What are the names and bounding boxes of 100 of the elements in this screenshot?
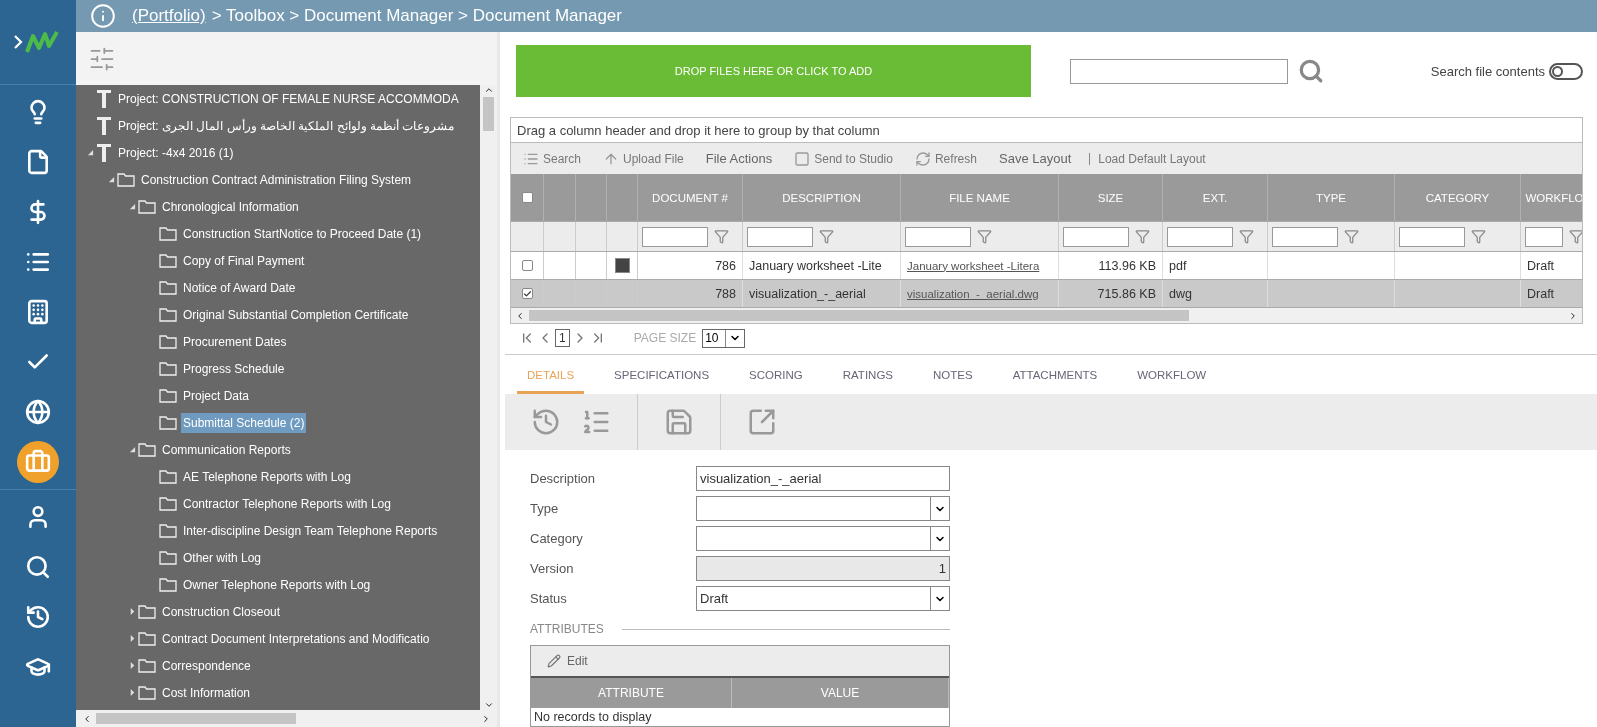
filter-icon[interactable] <box>1135 229 1150 244</box>
save-icon[interactable] <box>664 407 694 437</box>
filter-icon[interactable] <box>977 229 992 244</box>
toolbar-button[interactable]: Search <box>519 150 586 167</box>
checkbox[interactable] <box>521 192 533 203</box>
tree-item[interactable]: Project: مشروعات أنظمة ولوائح الملكية الخاصة ورأس المال الجرى <box>116 115 457 136</box>
tree-item[interactable]: AE Telephone Reports with Log <box>181 466 353 487</box>
tree-item[interactable]: Progress Schedule <box>181 358 287 379</box>
toggle-switch[interactable] <box>1549 62 1583 80</box>
page-size-dropdown[interactable]: 10 <box>702 328 745 348</box>
expand-arrow-icon[interactable] <box>128 608 136 615</box>
filter-field[interactable] <box>1063 226 1129 247</box>
scrollbar-thumb[interactable] <box>96 713 296 724</box>
tree-item[interactable]: Project: -4x4 2016 (1) <box>116 142 236 163</box>
scroll-down-icon[interactable] <box>483 700 494 710</box>
tab[interactable]: ATTACHMENTS <box>1002 358 1108 394</box>
scroll-left-icon[interactable] <box>82 713 92 724</box>
scrollbar-thumb[interactable] <box>529 310 1189 321</box>
toolbar-button[interactable]: File Actions <box>701 151 777 166</box>
filter-icon[interactable] <box>1344 229 1359 244</box>
input-field[interactable]: visualization_-_aerial <box>696 466 950 491</box>
tree-item[interactable]: Notice of Award Date <box>181 277 298 298</box>
toolbar-button[interactable]: Load Default Layout <box>1089 152 1210 165</box>
external-link-icon[interactable] <box>747 407 777 437</box>
search-icon[interactable] <box>1298 58 1324 84</box>
collapse-arrow-icon[interactable] <box>107 176 115 183</box>
search-field[interactable] <box>1070 58 1288 84</box>
checkbox[interactable] <box>521 288 533 299</box>
tree-item[interactable]: Correspondence <box>160 655 253 676</box>
tree-item[interactable]: Contractor Telephone Reports with Log <box>181 493 393 514</box>
collapse-arrow-icon[interactable] <box>128 446 136 453</box>
column-header[interactable]: DESCRIPTION <box>743 174 901 221</box>
column-header[interactable]: CATEGORY <box>1395 174 1521 221</box>
tree-item[interactable]: Procurement Dates <box>181 331 289 352</box>
filter-icon[interactable] <box>1471 229 1486 244</box>
column-header[interactable]: VALUE <box>732 678 949 708</box>
filter-icon[interactable] <box>714 229 729 244</box>
tree-item[interactable]: Inter-discipline Design Team Telephone Reports <box>181 520 440 541</box>
tab[interactable]: SCORING <box>739 358 813 394</box>
file-link[interactable]: January worksheet -Litera <box>901 259 1046 272</box>
nav-button[interactable] <box>17 441 59 483</box>
expand-arrow-icon[interactable] <box>128 635 136 642</box>
breadcrumb-link[interactable]: (Portfolio) <box>132 6 206 26</box>
checkbox[interactable] <box>521 260 533 271</box>
filter-field[interactable] <box>1399 226 1465 247</box>
tab[interactable]: RATINGS <box>832 358 903 394</box>
column-header[interactable]: SIZE <box>1059 174 1163 221</box>
column-header[interactable]: DOCUMENT # <box>638 174 743 221</box>
scroll-right-icon[interactable] <box>481 713 491 724</box>
filter-field[interactable] <box>747 226 813 247</box>
tree-item[interactable]: Construction Closeout <box>160 601 283 622</box>
tree-item[interactable]: Original Substantial Completion Certificate <box>181 304 411 325</box>
tree-item[interactable]: Communication Reports <box>160 439 293 460</box>
tab[interactable]: NOTES <box>923 358 983 394</box>
scroll-left-icon[interactable] <box>515 310 525 321</box>
tab[interactable]: WORKFLOW <box>1127 358 1217 394</box>
column-header[interactable]: TYPE <box>1268 174 1395 221</box>
toolbar-button[interactable]: Send to Studio <box>790 150 897 167</box>
tree-item[interactable]: Construction StartNotice to Proceed Date (1) <box>181 223 424 244</box>
scroll-right-icon[interactable] <box>1568 310 1578 321</box>
filter-field[interactable] <box>1167 226 1233 247</box>
toolbar-button[interactable]: Refresh <box>910 150 981 167</box>
file-link[interactable]: visualization_-_aerial.dwg <box>901 287 1045 300</box>
expand-arrow-icon[interactable] <box>128 689 136 696</box>
dropdown-field[interactable] <box>696 526 950 551</box>
column-header[interactable]: ATTRIBUTE <box>531 678 732 708</box>
dropdown-field[interactable]: Draft <box>696 586 950 611</box>
tree-item[interactable]: Copy of Final Payment <box>181 250 307 271</box>
filter-field[interactable] <box>1525 226 1563 247</box>
tree-item[interactable]: Construction Contract Administration Filing System <box>139 169 414 190</box>
scroll-up-icon[interactable] <box>483 85 494 95</box>
expand-arrow-icon[interactable] <box>128 662 136 669</box>
tree-item[interactable]: Submittal Schedule (2) <box>181 412 307 433</box>
toolbar-button[interactable]: Save Layout <box>995 151 1076 166</box>
tree-item[interactable]: Cost Information <box>160 682 253 703</box>
tree-item[interactable]: Chronological Information <box>160 196 301 217</box>
horizontal-scrollbar[interactable] <box>511 308 1582 323</box>
filter-field[interactable] <box>1272 226 1338 247</box>
tree-item[interactable]: Project: CONSTRUCTION OF FEMALE NURSE ACCOMMODA <box>116 88 461 109</box>
tree-item[interactable]: Owner Telephone Reports with Log <box>181 574 373 595</box>
dropdown-field[interactable] <box>696 496 950 521</box>
thumbnail-icon[interactable] <box>614 258 630 273</box>
collapse-arrow-icon[interactable] <box>86 149 94 156</box>
edit-button[interactable]: Edit <box>547 654 588 668</box>
column-header[interactable]: EXT. <box>1163 174 1268 221</box>
table-row[interactable]: 786 January worksheet -Lite January worksheet -Litera 113.96 KB pdf Draft <box>511 252 1582 280</box>
info-icon[interactable] <box>90 3 116 29</box>
collapse-arrow-icon[interactable] <box>128 203 136 210</box>
tree-item[interactable]: Other with Log <box>181 547 264 568</box>
table-row[interactable]: 788 visualization_-_aerial visualization_-_aerial.dwg 715.86 KB dwg Draft <box>511 280 1582 308</box>
history-icon[interactable] <box>531 407 561 437</box>
tab[interactable]: SPECIFICATIONS <box>604 358 720 394</box>
column-header[interactable]: FILE NAME <box>901 174 1059 221</box>
toolbar-button[interactable]: Upload File <box>599 150 688 167</box>
tree-item[interactable]: Contract Document Interpretations and Modificatio <box>160 628 432 649</box>
filter-field[interactable] <box>905 226 971 247</box>
filter-field[interactable] <box>642 226 708 247</box>
scrollbar-thumb[interactable] <box>483 97 494 131</box>
filter-icon[interactable] <box>819 229 834 244</box>
filter-icon[interactable] <box>1239 229 1254 244</box>
